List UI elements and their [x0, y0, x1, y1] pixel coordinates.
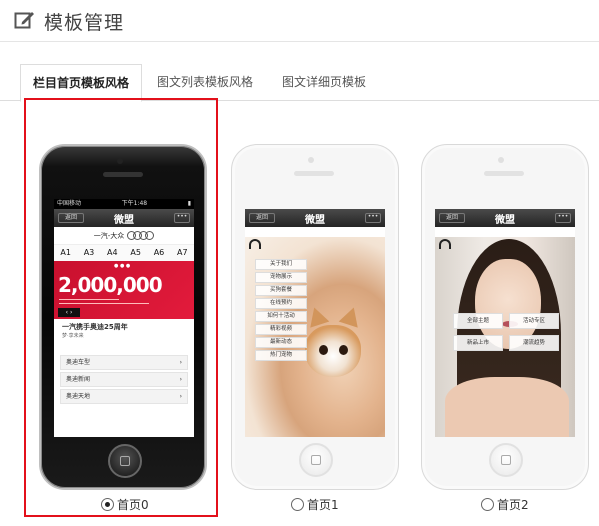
home-button-icon	[299, 443, 333, 477]
radio-unchecked-icon[interactable]	[291, 498, 304, 511]
home-button-icon	[108, 444, 142, 478]
menu-item: 买狗套餐	[255, 285, 307, 296]
menu-item: 宠物展示	[255, 272, 307, 283]
more-icon: •••	[174, 213, 190, 223]
model-item: A3	[83, 248, 95, 257]
category-button: 全部主题	[453, 313, 503, 329]
headphones-icon	[249, 239, 261, 249]
camera-icon	[498, 157, 504, 163]
model-item: A5	[130, 248, 141, 257]
nav-title: 微盟	[305, 215, 325, 226]
audi-rings-logo	[127, 231, 155, 240]
side-menu: 关于我们 宠物展示 买狗套餐 在线预约 如何十活动 精彩视频 最新动态 热门宠物	[255, 259, 307, 363]
menu-item: 热门宠物	[255, 350, 307, 361]
banner-number: 2,000,000	[58, 273, 163, 297]
radio-unchecked-icon[interactable]	[481, 498, 494, 511]
chevron-right-icon: ›	[179, 393, 182, 400]
more-icon: •••	[365, 213, 381, 223]
brand-name: 一汽-大众	[93, 231, 125, 240]
phone-screen: 返回 微盟 ••• 关于我们 宠物展示 买狗套餐 在线预约 如何十活动 精彩视频…	[245, 209, 385, 437]
tab-column-home[interactable]: 栏目首页模板风格	[20, 64, 142, 102]
menu-item: 最新动态	[255, 337, 307, 348]
radio-label: 首页0	[117, 498, 149, 512]
template-preview-home2[interactable]: 返回 微盟 ••• 全部主题 活动专区 新品上市 潮流趋势	[421, 144, 589, 490]
menu-item: 如何十活动	[255, 311, 307, 322]
phone-screen: 返回 微盟 ••• 全部主题 活动专区 新品上市 潮流趋势	[435, 209, 575, 437]
status-time: 下午1:48	[121, 200, 148, 207]
radio-home1[interactable]: 首页1	[291, 496, 339, 513]
brand-bar: 一汽-大众	[54, 227, 194, 245]
speaker-icon	[103, 172, 143, 177]
chevron-right-icon: ›	[179, 376, 182, 383]
radio-home0[interactable]: 首页0	[101, 496, 149, 513]
template-preview-home1[interactable]: 返回 微盟 ••• 关于我们 宠物展示 买狗套餐 在线预约 如何十活动 精彩视频…	[231, 144, 399, 490]
list-item: 奥迪车型 ›	[60, 355, 188, 370]
radio-label: 首页1	[307, 498, 339, 512]
nav-title: 微盟	[114, 215, 134, 226]
speaker-icon	[484, 171, 524, 176]
nav-bar: 返回 微盟 •••	[435, 209, 575, 227]
nav-bar: 返回 微盟 •••	[54, 209, 194, 227]
list-item: 奥迪新闻 ›	[60, 372, 188, 387]
phone-screen: 中国移动 下午1:48 ▮ 返回 微盟 ••• 一汽-大众 A1 A3 A4 A…	[54, 199, 194, 437]
carousel-arrows-icon: ‹ ›	[58, 308, 80, 317]
carrier-label: 中国移动	[57, 200, 82, 207]
radio-checked-icon[interactable]	[101, 498, 114, 511]
menu-item: 在线预约	[255, 298, 307, 309]
model-list: A1 A3 A4 A5 A6 A7	[54, 245, 194, 261]
model-item: A6	[153, 248, 165, 257]
promo-banner: ● ● ● 2,000,000 ‹ ›	[54, 261, 194, 319]
page-header: 模板管理	[0, 0, 599, 42]
tab-list[interactable]: 图文列表模板风格	[146, 64, 264, 101]
edit-icon	[14, 12, 34, 29]
home-button-icon	[489, 443, 523, 477]
speaker-icon	[294, 171, 334, 176]
template-preview-home0[interactable]: 中国移动 下午1:48 ▮ 返回 微盟 ••• 一汽-大众 A1 A3 A4 A…	[39, 144, 207, 490]
camera-icon	[308, 157, 314, 163]
model-item: A7	[177, 248, 188, 257]
page-title: 模板管理	[44, 12, 125, 34]
template-tabs: 栏目首页模板风格 图文列表模板风格 图文详细页模板	[0, 64, 599, 102]
category-button: 活动专区	[509, 313, 559, 329]
chevron-right-icon: ›	[179, 359, 182, 366]
list-item: 奥迪天地 ›	[60, 389, 188, 404]
nav-title: 微盟	[495, 215, 515, 226]
menu-item: 关于我们	[255, 259, 307, 270]
battery-icon: ▮	[187, 200, 191, 207]
radio-home2[interactable]: 首页2	[481, 496, 529, 513]
carousel-dots: ● ● ●	[114, 263, 131, 269]
intro-heading: 一汽携手奥迪25周年	[62, 323, 128, 331]
model-item: A1	[60, 248, 71, 257]
tab-detail[interactable]: 图文详细页模板	[270, 64, 378, 101]
nav-bar: 返回 微盟 •••	[245, 209, 385, 227]
menu-item: 精彩视频	[255, 324, 307, 335]
category-button: 潮流趋势	[509, 335, 559, 351]
model-item: A4	[107, 248, 118, 257]
intro-subheading: 梦·享未来	[62, 333, 84, 339]
category-button: 新品上市	[453, 335, 503, 351]
status-bar: 中国移动 下午1:48 ▮	[54, 199, 194, 209]
radio-label: 首页2	[497, 498, 529, 512]
more-icon: •••	[555, 213, 571, 223]
intro-block: 一汽携手奥迪25周年 梦·享未来	[54, 319, 194, 353]
headphones-icon	[439, 239, 451, 249]
camera-icon	[117, 158, 123, 164]
